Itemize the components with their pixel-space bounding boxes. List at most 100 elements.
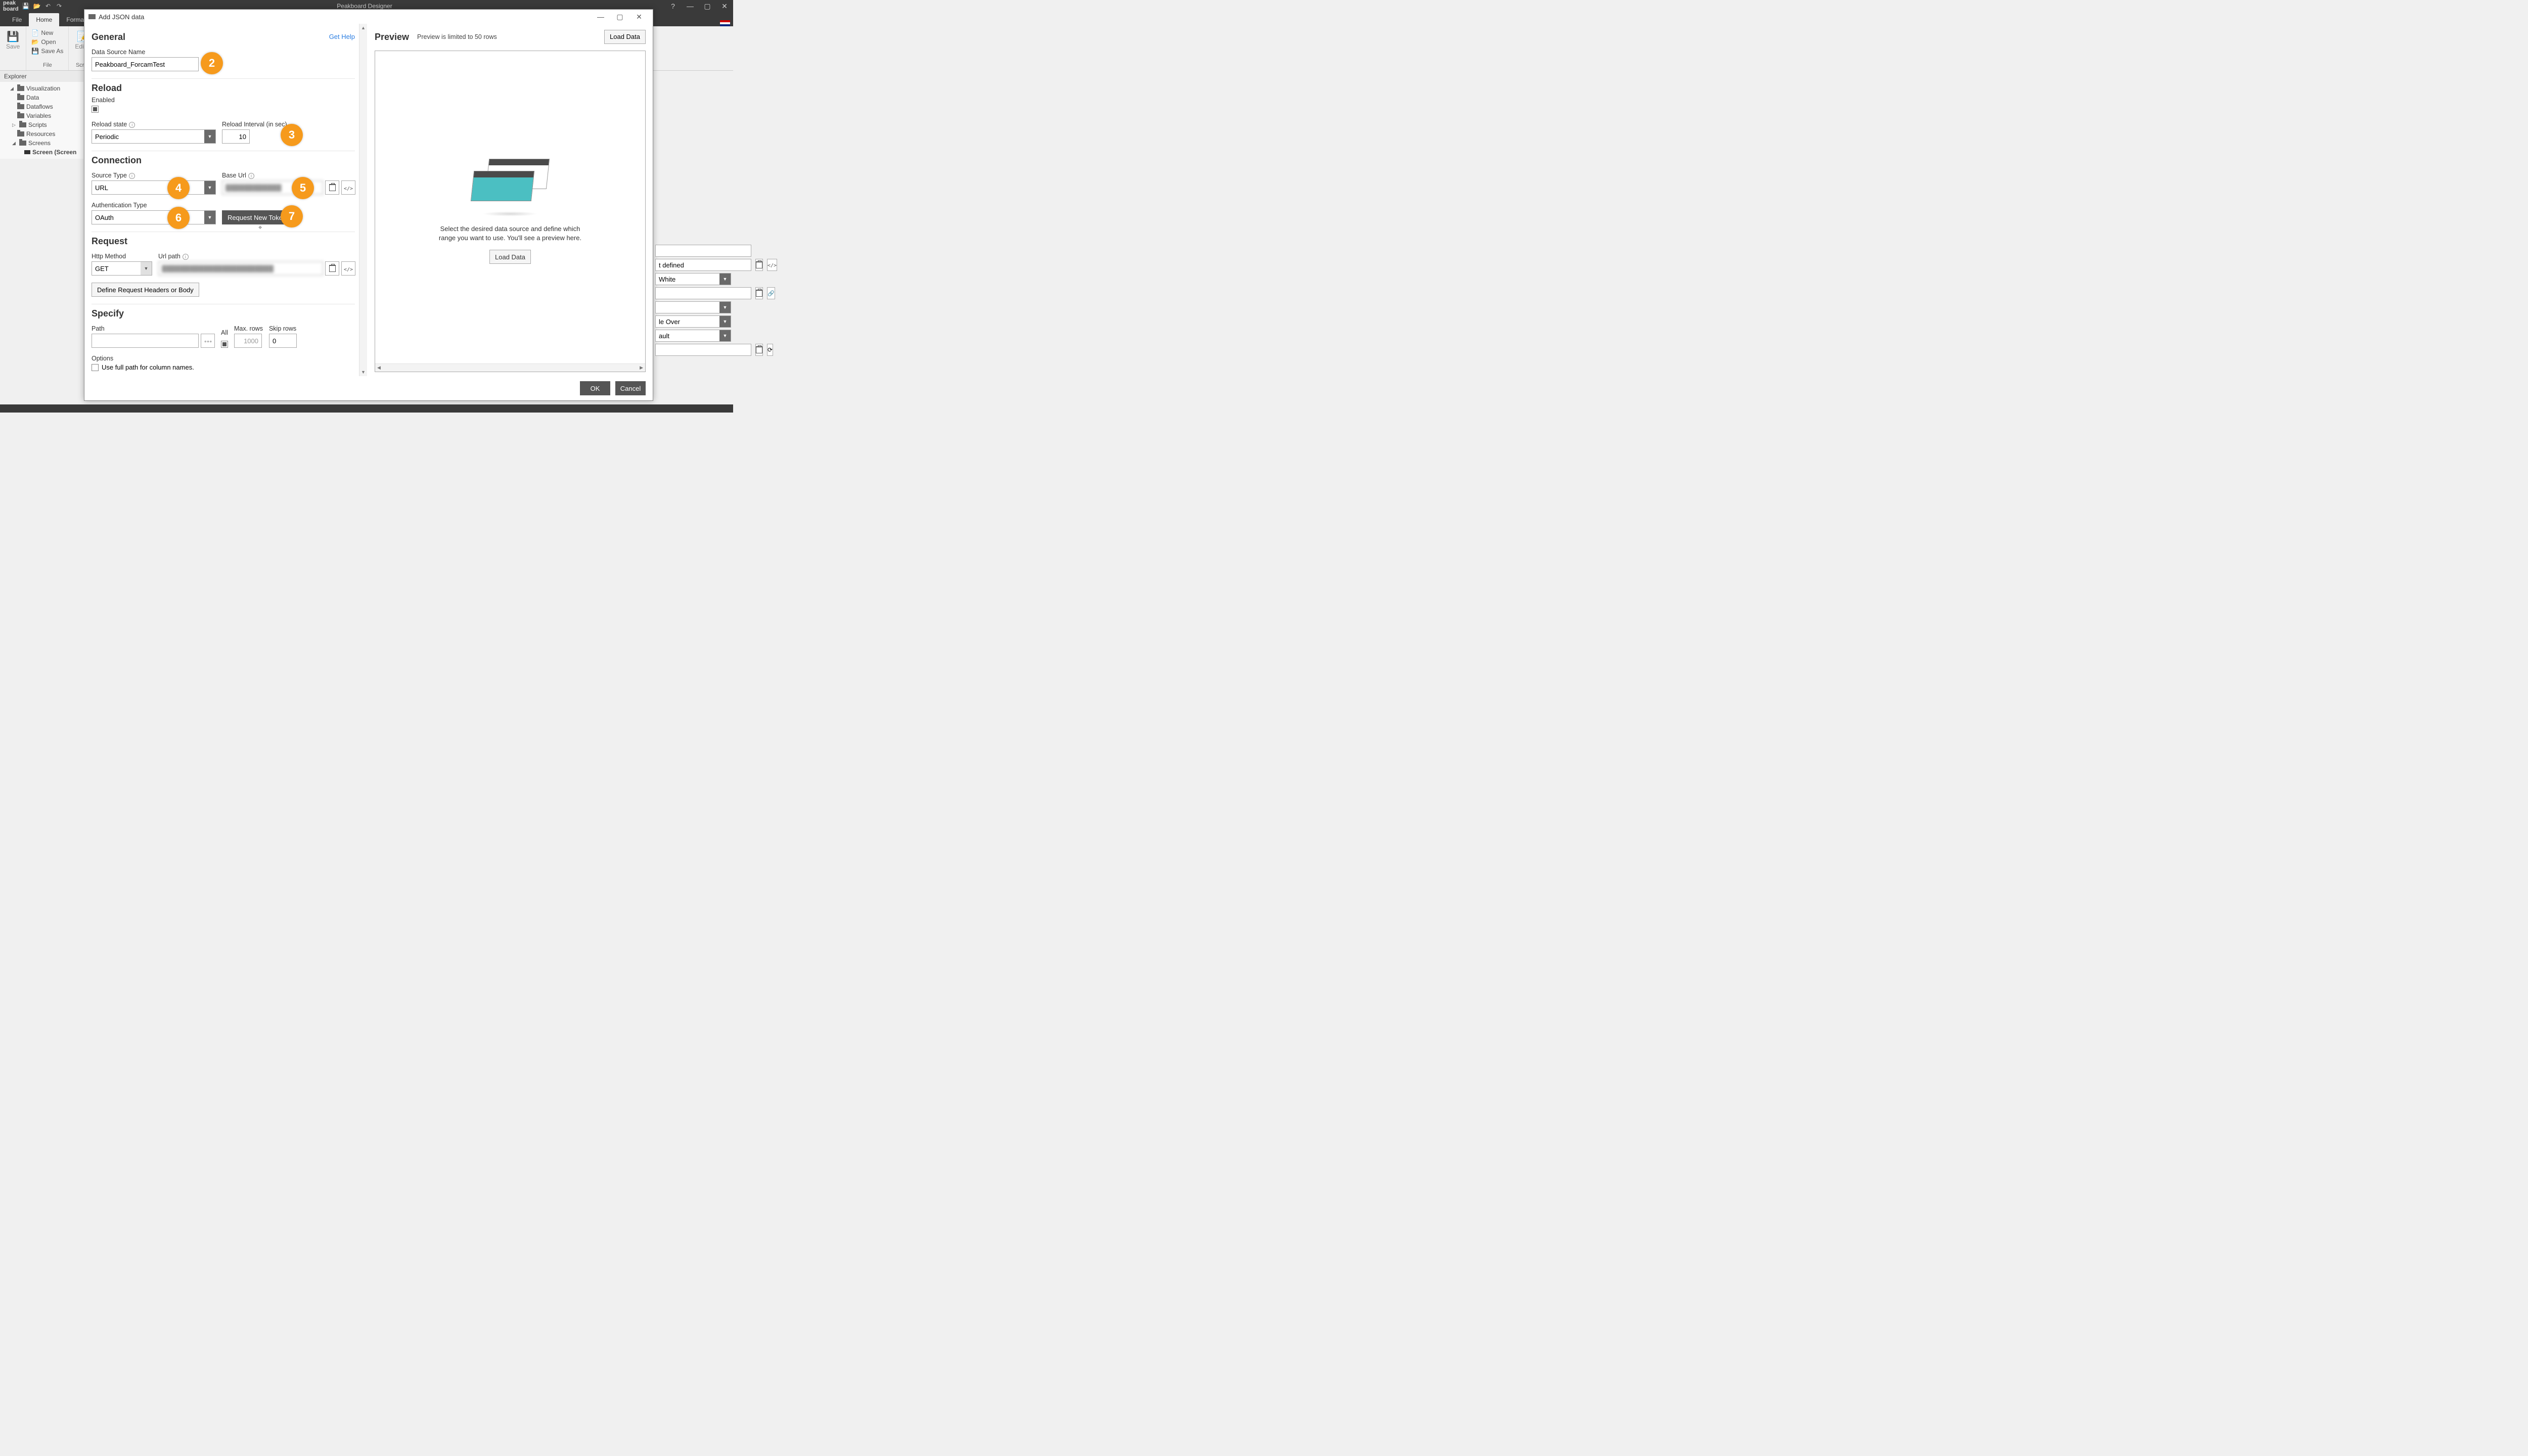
undo-icon[interactable]: ↶ [43,2,53,11]
code-icon [768,261,777,268]
prop-trash-2[interactable] [755,287,763,299]
language-flag-icon[interactable] [720,20,730,26]
http-method-select[interactable]: GET▼ [92,261,152,276]
define-headers-button[interactable]: Define Request Headers or Body [92,283,199,297]
open-quick-icon[interactable]: 📂 [32,2,41,11]
explorer-panel: Explorer ◢Visualization Data Dataflows V… [0,71,83,159]
modal-left-panel: General Get Help Data Source Name 2 Relo… [84,24,368,376]
prop-link-2[interactable] [767,287,775,299]
trash-icon [329,265,336,272]
scroll-right-icon[interactable]: ▶ [640,365,643,371]
help-icon[interactable]: ? [664,2,682,10]
section-reload: Reload [92,83,367,94]
open-button[interactable]: 📂Open [30,37,64,47]
prop-input-2[interactable] [655,287,751,299]
prop-ault-select[interactable]: ault▼ [655,330,731,342]
tree-item-screen[interactable]: Screen (Screen [0,148,83,157]
preview-hint: Select the desired data source and defin… [434,224,586,243]
prop-code-1[interactable] [767,259,777,271]
source-type-select[interactable]: URL▼ [92,180,216,195]
tree-item-scripts[interactable]: ▷Scripts [0,120,83,129]
tree-item-data[interactable]: Data [0,93,83,102]
base-url-label: Base Url [222,172,355,179]
preview-hscrollbar[interactable]: ◀▶ [375,363,645,372]
fullpath-checkbox[interactable] [92,364,99,371]
tree-item-variables[interactable]: Variables [0,111,83,120]
scroll-left-icon[interactable]: ◀ [377,365,381,371]
minimize-icon[interactable]: — [682,2,699,10]
prop-defined-input[interactable] [655,259,751,271]
tab-home[interactable]: Home [29,13,59,26]
prop-input-4[interactable] [655,344,751,356]
code-urlpath-button[interactable] [341,261,355,276]
maximize-icon[interactable]: ▢ [699,2,716,11]
scroll-down-icon[interactable]: ▼ [359,368,367,376]
badge-2: 2 [201,52,223,74]
prop-select-3[interactable]: ▼ [655,301,731,313]
prop-white-select[interactable]: White▼ [655,273,731,285]
save-quick-icon[interactable]: 💾 [21,2,30,11]
cancel-button[interactable]: Cancel [615,381,646,395]
ok-button[interactable]: OK [580,381,610,395]
code-icon [344,184,353,192]
reload-interval-input[interactable] [222,129,250,144]
datasource-name-input[interactable] [92,57,199,71]
modal-maximize-icon[interactable]: ▢ [610,13,629,21]
tree-item-resources[interactable]: Resources [0,129,83,139]
load-data-top-button[interactable]: Load Data [604,30,646,44]
delete-urlpath-button[interactable] [325,261,339,276]
maxrows-input[interactable] [234,334,262,348]
auth-type-select[interactable]: OAuth▼ [92,210,216,224]
prop-trash-1[interactable] [755,259,763,271]
tree-root[interactable]: ◢Visualization [0,84,83,93]
tree-item-screens[interactable]: ◢Screens [0,139,83,148]
preview-illustration [472,159,548,214]
info-icon[interactable] [248,173,254,179]
prop-over-select[interactable]: le Over▼ [655,315,731,328]
section-request: Request [92,236,367,247]
reload-state-label: Reload state [92,121,216,128]
code-icon [344,265,353,272]
get-help-link[interactable]: Get Help [329,33,355,40]
url-path-input[interactable] [158,261,323,276]
json-icon [88,14,96,19]
link-icon [768,290,775,297]
tab-file[interactable]: File [5,13,29,26]
chevron-down-icon: ▼ [204,130,215,143]
cursor-icon: ⌖ [258,223,262,232]
enabled-checkbox[interactable] [92,106,99,113]
scroll-up-icon[interactable]: ▲ [359,24,367,32]
modal-close-icon[interactable]: ✕ [629,13,649,21]
save-icon: 💾 [7,30,19,43]
modal-right-panel: Preview Preview is limited to 50 rows Lo… [368,24,653,376]
path-input[interactable] [92,334,199,348]
prop-refresh-4[interactable]: ⟳ [767,344,773,356]
delete-baseurl-button[interactable] [325,180,339,195]
chevron-down-icon: ▼ [719,274,731,285]
info-icon[interactable] [129,122,135,128]
load-data-center-button[interactable]: Load Data [489,250,531,264]
info-icon[interactable] [183,254,189,260]
save-button[interactable]: 💾 Save [4,28,22,52]
info-icon[interactable] [129,173,135,179]
section-connection: Connection [92,155,367,166]
new-button[interactable]: 📄New [30,28,64,37]
saveas-button[interactable]: 💾Save As [30,47,64,56]
close-window-icon[interactable]: ✕ [716,2,733,11]
modal-minimize-icon[interactable]: — [591,13,610,21]
redo-icon[interactable]: ↷ [55,2,64,11]
code-baseurl-button[interactable] [341,180,355,195]
prop-input-1[interactable] [655,245,751,257]
reload-state-select[interactable]: Periodic▼ [92,129,216,144]
reload-interval-label: Reload Interval (in sec) [222,121,287,128]
left-scrollbar[interactable]: ▲ ▼ [359,24,367,376]
chevron-down-icon: ▼ [204,181,215,194]
tree-item-dataflows[interactable]: Dataflows [0,102,83,111]
auth-type-label: Authentication Type [92,202,216,209]
skiprows-input[interactable] [269,334,297,348]
path-browse-button[interactable] [201,334,215,348]
preview-note: Preview is limited to 50 rows [417,33,497,40]
prop-trash-4[interactable] [755,344,763,356]
badge-4: 4 [167,177,190,199]
all-checkbox[interactable] [221,341,228,348]
